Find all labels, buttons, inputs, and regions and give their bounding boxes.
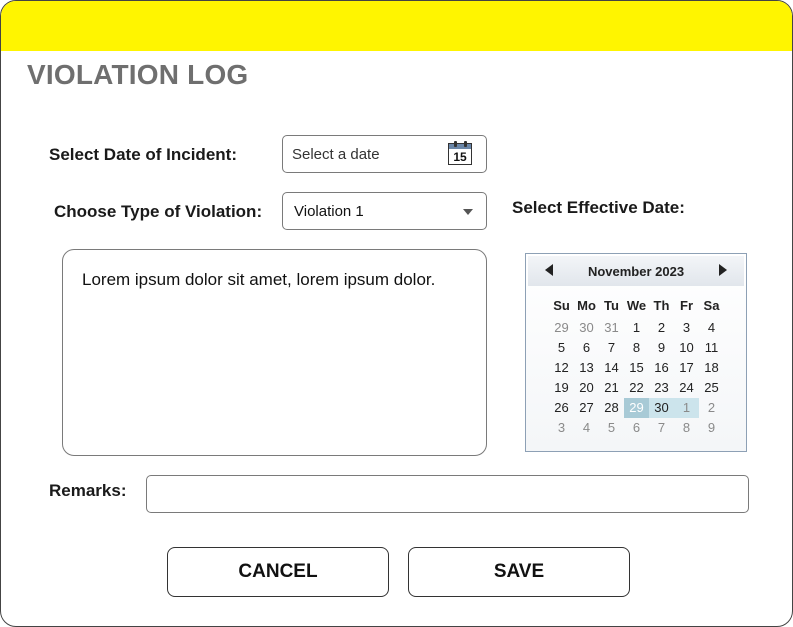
calendar-day[interactable]: 26 bbox=[549, 398, 574, 418]
calendar-day[interactable]: 11 bbox=[699, 338, 724, 358]
description-textarea[interactable]: Lorem ipsum dolor sit amet, lorem ipsum … bbox=[62, 249, 487, 456]
calendar-week-row: 29 30 31 1 2 3 4 bbox=[549, 318, 724, 338]
calendar-month-label[interactable]: November 2023 bbox=[528, 264, 744, 279]
calendar-day-today[interactable]: 29 bbox=[624, 398, 649, 418]
calendar-day[interactable]: 1 bbox=[624, 318, 649, 338]
calendar-day[interactable]: 8 bbox=[624, 338, 649, 358]
calendar-day[interactable]: 22 bbox=[624, 378, 649, 398]
calendar-day[interactable]: 20 bbox=[574, 378, 599, 398]
calendar-day[interactable]: 4 bbox=[574, 418, 599, 438]
calendar-day[interactable]: 9 bbox=[649, 338, 674, 358]
calendar-day[interactable]: 23 bbox=[649, 378, 674, 398]
chevron-down-icon[interactable] bbox=[463, 209, 473, 215]
violation-type-label: Choose Type of Violation: bbox=[54, 202, 263, 221]
calendar-day-selected[interactable]: 1 bbox=[674, 398, 699, 418]
violation-type-value: Violation 1 bbox=[294, 203, 364, 220]
remarks-input[interactable] bbox=[146, 475, 749, 513]
calendar-week-row: 12 13 14 15 16 17 18 bbox=[549, 358, 724, 378]
calendar-day[interactable]: 2 bbox=[649, 318, 674, 338]
cancel-button[interactable]: CANCEL bbox=[167, 547, 389, 597]
calendar-day[interactable]: 21 bbox=[599, 378, 624, 398]
calendar-day[interactable]: 7 bbox=[649, 418, 674, 438]
calendar-day[interactable]: 16 bbox=[649, 358, 674, 378]
calendar-day[interactable]: 18 bbox=[699, 358, 724, 378]
calendar-day[interactable]: 30 bbox=[574, 318, 599, 338]
remarks-label: Remarks: bbox=[49, 481, 127, 500]
calendar-day[interactable]: 25 bbox=[699, 378, 724, 398]
calendar-day[interactable]: 19 bbox=[549, 378, 574, 398]
calendar-day[interactable]: 7 bbox=[599, 338, 624, 358]
calendar-day-name: Su bbox=[553, 298, 570, 313]
next-month-icon[interactable] bbox=[719, 264, 727, 276]
calendar-day[interactable]: 17 bbox=[674, 358, 699, 378]
effective-date-label: Select Effective Date: bbox=[512, 198, 685, 217]
calendar-header: November 2023 bbox=[528, 256, 744, 286]
violation-type-dropdown[interactable]: Violation 1 bbox=[282, 192, 487, 230]
calendar-day[interactable]: 4 bbox=[699, 318, 724, 338]
calendar-day[interactable]: 5 bbox=[549, 338, 574, 358]
calendar-day[interactable]: 5 bbox=[599, 418, 624, 438]
calendar-day[interactable]: 3 bbox=[549, 418, 574, 438]
calendar-day[interactable]: 27 bbox=[574, 398, 599, 418]
calendar-day[interactable]: 15 bbox=[624, 358, 649, 378]
calendar-day[interactable]: 28 bbox=[599, 398, 624, 418]
incident-date-picker[interactable]: Select a date 15 bbox=[282, 135, 487, 173]
calendar-icon-day: 15 bbox=[453, 150, 467, 164]
calendar-day-selected[interactable]: 30 bbox=[649, 398, 674, 418]
calendar-day[interactable]: 6 bbox=[574, 338, 599, 358]
calendar-day-name: Th bbox=[653, 298, 670, 313]
calendar-week-row: 19 20 21 22 23 24 25 bbox=[549, 378, 724, 398]
calendar-day-name: Sa bbox=[703, 298, 720, 313]
calendar-day[interactable]: 8 bbox=[674, 418, 699, 438]
calendar-day[interactable]: 29 bbox=[549, 318, 574, 338]
calendar-day-names: Su Mo Tu We Th Fr Sa bbox=[549, 294, 724, 318]
calendar-day-name: Tu bbox=[604, 298, 619, 313]
calendar-day[interactable]: 9 bbox=[699, 418, 724, 438]
incident-date-placeholder[interactable]: Select a date bbox=[292, 146, 380, 163]
calendar-week-row: 26 27 28 29 30 1 2 bbox=[549, 398, 724, 418]
calendar-day-name: Fr bbox=[680, 298, 693, 313]
violation-log-window: VIOLATION LOG Select Date of Incident: S… bbox=[0, 0, 793, 627]
calendar-grid: Su Mo Tu We Th Fr Sa 29 30 31 1 2 3 4 5 6 7 8 9 10 11 12 13 14 1… bbox=[549, 294, 724, 438]
calendar-day[interactable]: 2 bbox=[699, 398, 724, 418]
calendar-day[interactable]: 12 bbox=[549, 358, 574, 378]
page-title: VIOLATION LOG bbox=[27, 59, 249, 90]
calendar-day-name: Mo bbox=[577, 298, 596, 313]
title-bar bbox=[1, 1, 792, 51]
calendar-icon[interactable]: 15 bbox=[448, 141, 472, 165]
calendar-day[interactable]: 10 bbox=[674, 338, 699, 358]
description-text: Lorem ipsum dolor sit amet, lorem ipsum … bbox=[82, 270, 436, 289]
calendar-day[interactable]: 3 bbox=[674, 318, 699, 338]
calendar-day[interactable]: 6 bbox=[624, 418, 649, 438]
calendar-day[interactable]: 13 bbox=[574, 358, 599, 378]
calendar-day-name: We bbox=[626, 298, 647, 313]
calendar-day[interactable]: 14 bbox=[599, 358, 624, 378]
save-button[interactable]: SAVE bbox=[408, 547, 630, 597]
calendar-week-row: 5 6 7 8 9 10 11 bbox=[549, 338, 724, 358]
calendar-week-row: 3456789 bbox=[549, 418, 724, 438]
incident-date-label: Select Date of Incident: bbox=[49, 145, 237, 164]
effective-date-calendar: November 2023 Su Mo Tu We Th Fr Sa 29 30 31 1 2 3 4 5 6… bbox=[525, 253, 747, 452]
calendar-day[interactable]: 24 bbox=[674, 378, 699, 398]
calendar-day[interactable]: 31 bbox=[599, 318, 624, 338]
